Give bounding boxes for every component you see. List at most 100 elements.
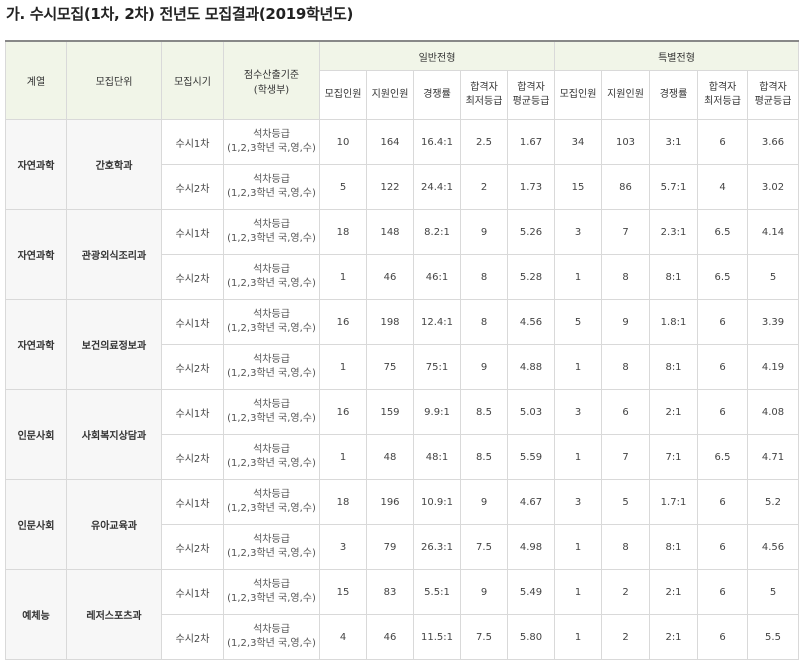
general-applicants-cell: 79 [366,524,414,570]
general-recruit-cell: 15 [319,569,367,615]
special-avg-grade-cell: 5 [747,569,799,615]
basis-line1: 석차등급 [253,489,290,500]
field-cell: 자연과학 [5,299,67,390]
field-cell: 인문사회 [5,479,67,570]
special-applicants-cell: 5 [601,479,650,525]
basis-line1: 석차등급 [253,174,290,185]
basis-cell: 석차등급 (1,2,3학년 국,영,수) [223,569,320,615]
special-avg-grade-cell: 5 [747,254,799,300]
general-min-grade-cell: 8 [460,254,508,300]
special-min-grade-cell: 6 [697,479,748,525]
header-special-avg-grade: 합격자 평균등급 [747,70,799,120]
general-recruit-cell: 10 [319,119,367,165]
general-avg-grade-cell: 4.67 [507,479,555,525]
header-label: 평균등급 [754,96,792,107]
general-recruit-cell: 1 [319,254,367,300]
special-min-grade-cell: 6.5 [697,209,748,255]
general-avg-grade-cell: 1.73 [507,164,555,210]
general-applicants-cell: 46 [366,254,414,300]
special-applicants-cell: 2 [601,569,650,615]
period-cell: 수시1차 [161,479,224,525]
general-avg-grade-cell: 5.28 [507,254,555,300]
general-recruit-cell: 1 [319,434,367,480]
special-recruit-cell: 1 [554,569,602,615]
header-period: 모집시기 [161,40,224,120]
general-ratio-cell: 10.9:1 [413,479,461,525]
table-row: 인문사회 사회복지상담과 수시1차 석차등급 (1,2,3학년 국,영,수) 16 159 9… [5,389,799,480]
basis-line1: 석차등급 [253,624,290,635]
basis-cell: 석차등급 (1,2,3학년 국,영,수) [223,434,320,480]
table-row: 예체능 레저스포츠과 수시1차 석차등급 (1,2,3학년 국,영,수) 15 83 5.5:… [5,569,799,660]
general-ratio-cell: 46:1 [413,254,461,300]
general-applicants-cell: 164 [366,119,414,165]
period-cell: 수시2차 [161,524,224,570]
basis-cell: 석차등급 (1,2,3학년 국,영,수) [223,299,320,345]
general-avg-grade-cell: 4.98 [507,524,555,570]
special-min-grade-cell: 4 [697,164,748,210]
general-recruit-cell: 1 [319,344,367,390]
basis-line2: (1,2,3학년 국,영,수) [227,638,316,649]
basis-line2: (1,2,3학년 국,영,수) [227,548,316,559]
general-min-grade-cell: 7.5 [460,614,508,660]
special-applicants-cell: 8 [601,524,650,570]
general-recruit-cell: 3 [319,524,367,570]
special-avg-grade-cell: 4.14 [747,209,799,255]
basis-line2: (1,2,3학년 국,영,수) [227,593,316,604]
basis-cell: 석차등급 (1,2,3학년 국,영,수) [223,614,320,660]
basis-cell: 석차등급 (1,2,3학년 국,영,수) [223,344,320,390]
period-cell: 수시2차 [161,164,224,210]
header-general-min-grade: 합격자 최저등급 [460,70,508,120]
basis-line2: (1,2,3학년 국,영,수) [227,233,316,244]
basis-line2: (1,2,3학년 국,영,수) [227,323,316,334]
header-special-applicants: 지원인원 [601,70,650,120]
field-cell: 예체능 [5,569,67,660]
header-basis-line2: (학생부) [253,84,290,96]
basis-cell: 석차등급 (1,2,3학년 국,영,수) [223,164,320,210]
general-applicants-cell: 46 [366,614,414,660]
general-applicants-cell: 159 [366,389,414,435]
special-ratio-cell: 2:1 [649,614,698,660]
header-label: 최저등급 [465,96,503,107]
header-special-ratio: 경쟁률 [649,70,698,120]
general-ratio-cell: 24.4:1 [413,164,461,210]
special-applicants-cell: 2 [601,614,650,660]
table-header: 계열 모집단위 모집시기 점수산출기준 (학생부) 일반전형 특별전형 모집인원… [5,40,799,120]
basis-line1: 석차등급 [253,534,290,545]
period-cell: 수시1차 [161,119,224,165]
table-row: 자연과학 간호학과 수시1차 석차등급 (1,2,3학년 국,영,수) 10 164 16.4… [5,119,799,210]
special-ratio-cell: 2.3:1 [649,209,698,255]
special-ratio-cell: 3:1 [649,119,698,165]
header-general-avg-grade: 합격자 평균등급 [507,70,555,120]
special-applicants-cell: 6 [601,389,650,435]
general-ratio-cell: 11.5:1 [413,614,461,660]
special-applicants-cell: 9 [601,299,650,345]
table-row: 자연과학 관광외식조리과 수시1차 석차등급 (1,2,3학년 국,영,수) 18 148 8… [5,209,799,300]
field-cell: 인문사회 [5,389,67,480]
basis-cell: 석차등급 (1,2,3학년 국,영,수) [223,254,320,300]
special-avg-grade-cell: 3.66 [747,119,799,165]
unit-cell: 간호학과 [66,119,162,210]
general-min-grade-cell: 9 [460,479,508,525]
general-applicants-cell: 196 [366,479,414,525]
basis-line1: 석차등급 [253,309,290,320]
basis-line2: (1,2,3학년 국,영,수) [227,278,316,289]
special-recruit-cell: 1 [554,344,602,390]
special-applicants-cell: 8 [601,344,650,390]
special-applicants-cell: 7 [601,434,650,480]
general-applicants-cell: 75 [366,344,414,390]
period-cell: 수시1차 [161,389,224,435]
table-row: 인문사회 유아교육과 수시1차 석차등급 (1,2,3학년 국,영,수) 18 196 10.… [5,479,799,570]
basis-line1: 석차등급 [253,579,290,590]
general-recruit-cell: 4 [319,614,367,660]
period-cell: 수시1차 [161,569,224,615]
general-min-grade-cell: 9 [460,344,508,390]
unit-cell: 관광외식조리과 [66,209,162,300]
basis-line2: (1,2,3학년 국,영,수) [227,413,316,424]
general-min-grade-cell: 9 [460,569,508,615]
period-cell: 수시2차 [161,614,224,660]
special-ratio-cell: 2:1 [649,389,698,435]
basis-line1: 석차등급 [253,444,290,455]
field-cell: 자연과학 [5,119,67,210]
special-recruit-cell: 3 [554,479,602,525]
general-ratio-cell: 9.9:1 [413,389,461,435]
